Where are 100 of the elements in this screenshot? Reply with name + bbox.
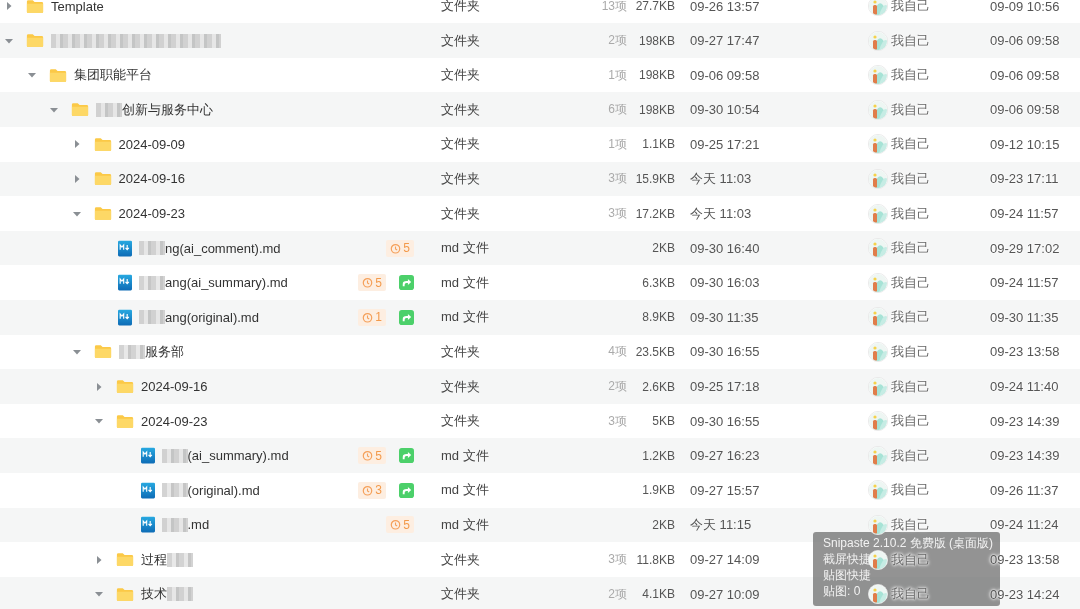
file-size: 198KB	[638, 33, 675, 48]
item-count: 2项	[608, 379, 627, 394]
file-name[interactable]: 服务部	[144, 342, 184, 361]
file-size: 2KB	[652, 517, 675, 532]
file-type: 文件夹	[441, 378, 480, 394]
expand-arrow-icon[interactable]	[4, 1, 14, 11]
file-name[interactable]: 2024-09-16	[141, 379, 208, 395]
file-row[interactable]: ng(ai_comment).md 5 md 文件 2KB 09-30 16:40 我自己 09-29 17:02	[0, 230, 1080, 266]
created-time: 09-24 11:24	[990, 517, 1059, 533]
share-icon[interactable]	[399, 309, 414, 325]
file-row[interactable]: (ai_summary).md 5 md 文件 1.2KB 09-27 16:23 我自己 09-23 14:39	[0, 438, 1080, 473]
file-row[interactable]: 2024-09-16 文件夹 3项 15.9KB 今天 11:03 我自己 09-23 17:11	[0, 161, 1080, 197]
file-name[interactable]: 2024-09-23	[141, 413, 208, 429]
file-name[interactable]: .md	[187, 517, 210, 533]
file-type: 文件夹	[441, 343, 480, 359]
owner-name: 我自己	[891, 446, 930, 465]
created-time: 09-09 10:56	[990, 0, 1060, 14]
file-name[interactable]: (ai_summary).md	[187, 448, 289, 464]
item-count: 6项	[608, 102, 627, 117]
modified-time: 09-30 16:03	[690, 275, 760, 291]
created-time: 09-23 17:11	[990, 171, 1059, 187]
markdown-file-icon	[118, 239, 132, 257]
file-type: 文件夹	[441, 586, 480, 602]
file-size: 2.6KB	[642, 379, 675, 394]
modified-time: 09-27 15:57	[690, 482, 760, 498]
folder-icon	[116, 586, 134, 602]
modified-time: 09-25 17:21	[690, 136, 760, 152]
modified-time: 09-25 17:18	[690, 379, 760, 395]
owner-name: 我自己	[891, 0, 930, 15]
file-name[interactable]: 2024-09-09	[118, 136, 185, 152]
file-size: 4.1KB	[642, 587, 675, 602]
avatar-icon	[868, 480, 888, 501]
file-name[interactable]: 技术	[141, 585, 167, 604]
file-name[interactable]: ang(ai_summary).md	[165, 275, 288, 291]
file-row[interactable]: 创新与服务中心 文件夹 6项 198KB 09-30 10:54 我自己 09-06 09:58	[0, 92, 1080, 128]
folder-icon	[71, 102, 89, 118]
avatar-icon	[868, 307, 888, 328]
folder-icon	[48, 67, 67, 83]
file-name[interactable]: 2024-09-16	[118, 171, 185, 187]
file-name[interactable]: ng(ai_comment).md	[165, 240, 281, 256]
file-size: 15.9KB	[635, 171, 675, 186]
folder-icon	[26, 33, 44, 49]
folder-icon	[93, 171, 112, 187]
file-name[interactable]: 集团职能平台	[73, 66, 152, 85]
folder-icon	[26, 0, 44, 14]
file-size: 11.8KB	[636, 552, 675, 567]
file-row[interactable]: 文件夹 2项 198KB 09-27 17:47 我自己 09-06 09:58	[0, 23, 1080, 58]
markdown-file-icon	[118, 308, 132, 326]
file-name[interactable]: Template	[51, 0, 104, 14]
modified-time: 今天 11:15	[690, 516, 752, 532]
file-type: md 文件	[441, 274, 489, 290]
owner-name: 我自己	[891, 135, 930, 154]
owner-name: 我自己	[891, 239, 930, 258]
file-name[interactable]: ang(original).md	[165, 309, 259, 325]
owner-name: 我自己	[891, 481, 930, 500]
file-row[interactable]: 2024-09-16 文件夹 2项 2.6KB 09-25 17:18 我自己 09-24 11:40	[0, 369, 1080, 404]
share-icon[interactable]	[399, 275, 414, 291]
item-count: 1项	[608, 67, 627, 82]
folder-icon	[93, 344, 112, 360]
modified-time: 今天 11:03	[690, 205, 752, 221]
modified-time: 09-30 16:55	[690, 413, 760, 429]
file-name[interactable]: 2024-09-23	[118, 206, 185, 222]
file-size: 198KB	[638, 102, 675, 117]
file-name[interactable]: 过程	[141, 550, 167, 569]
created-time: 09-29 17:02	[990, 240, 1060, 256]
folder-icon	[116, 413, 134, 429]
file-type: 文件夹	[441, 136, 480, 152]
file-type: 文件夹	[441, 551, 480, 567]
file-size: 1.9KB	[642, 483, 675, 498]
avatar-icon	[868, 134, 888, 155]
file-size: 23.5KB	[635, 344, 675, 359]
expand-arrow-icon[interactable]	[94, 554, 104, 565]
avatar-icon	[868, 99, 888, 120]
modified-time: 09-27 16:23	[690, 448, 760, 464]
file-size: 5KB	[652, 414, 675, 429]
folder-icon	[116, 552, 134, 567]
modified-time: 09-30 11:35	[690, 309, 759, 325]
modified-time: 09-30 16:40	[690, 240, 760, 256]
markdown-file-icon	[118, 274, 132, 292]
file-row[interactable]: ang(original).md 1 md 文件 8.9KB 09-30 11:35 我自己 09-30 11:35	[0, 300, 1080, 335]
owner-name: 我自己	[891, 412, 930, 431]
file-name[interactable]: 创新与服务中心	[122, 100, 213, 119]
file-name[interactable]: (original).md	[187, 482, 260, 498]
expand-arrow-icon[interactable]	[94, 381, 104, 392]
share-icon[interactable]	[399, 482, 414, 498]
file-type: md 文件	[441, 309, 489, 325]
modified-time: 09-27 10:09	[690, 586, 760, 602]
file-size: 1.2KB	[642, 448, 675, 463]
avatar-icon	[868, 30, 888, 51]
share-icon[interactable]	[399, 448, 414, 464]
file-type: 文件夹	[441, 413, 480, 429]
owner-name: 我自己	[891, 550, 930, 569]
owner-name: 我自己	[891, 169, 930, 188]
created-time: 09-12 10:15	[990, 136, 1060, 152]
modified-time: 09-27 14:09	[690, 552, 760, 567]
markdown-file-icon	[140, 481, 155, 499]
avatar-icon	[868, 341, 888, 362]
file-type: md 文件	[441, 516, 489, 532]
file-size: 6.3KB	[642, 275, 675, 290]
owner-name: 我自己	[891, 66, 930, 85]
